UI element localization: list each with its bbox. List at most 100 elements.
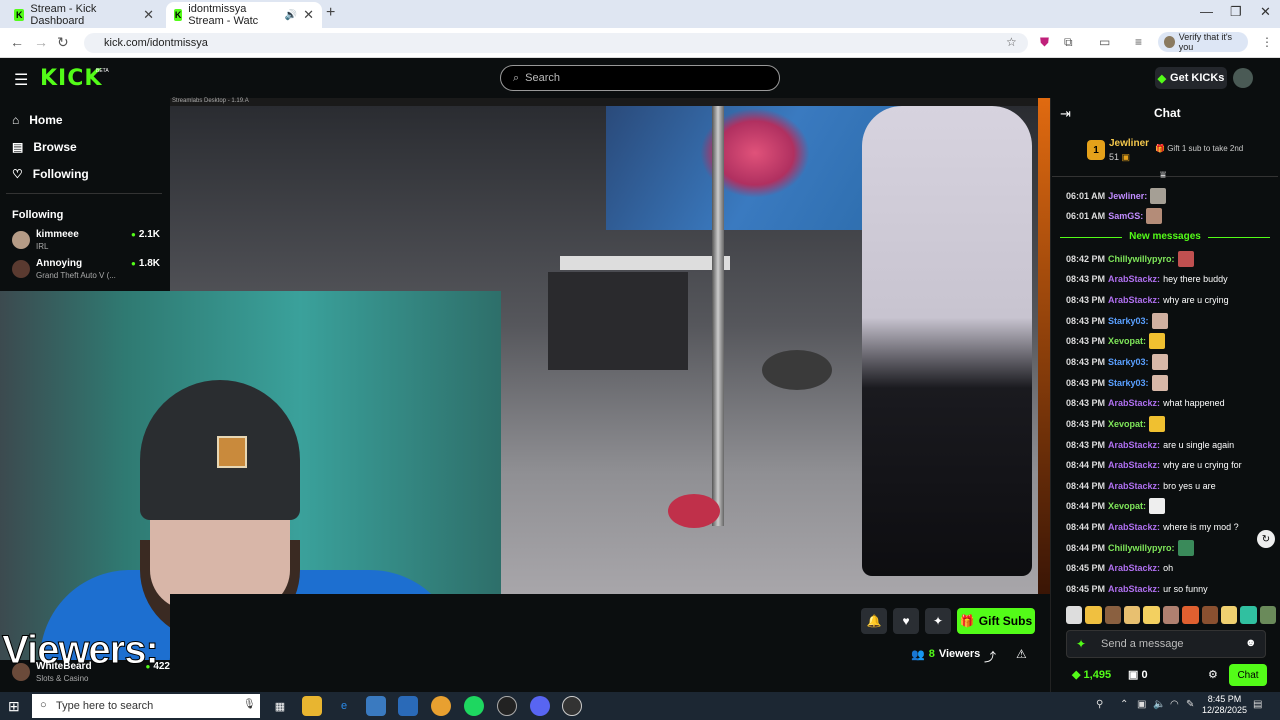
discord-icon[interactable] bbox=[530, 696, 550, 716]
emote-button[interactable] bbox=[1143, 606, 1160, 624]
search-input[interactable]: ⌕ Search bbox=[500, 65, 780, 91]
chat-username[interactable]: Xevopat: bbox=[1108, 419, 1146, 429]
get-kicks-button[interactable]: ◆ Get KICKs bbox=[1155, 67, 1227, 89]
chat-username[interactable]: Xevopat: bbox=[1108, 336, 1146, 346]
notification-icon[interactable]: ▤ bbox=[1253, 699, 1262, 710]
chat-username[interactable]: Starky03: bbox=[1108, 357, 1149, 367]
forward-icon[interactable]: → bbox=[34, 34, 48, 50]
chat-message[interactable]: 08:43 PM Starky03: bbox=[1066, 353, 1168, 371]
url-field[interactable]: kick.com/idontmissya bbox=[84, 33, 1028, 53]
chat-username[interactable]: Xevopat: bbox=[1108, 501, 1146, 511]
chat-message[interactable]: 08:44 PM Chillywillypyro: bbox=[1066, 539, 1194, 557]
browser-menu-icon[interactable]: ⋮ bbox=[1261, 35, 1273, 49]
chat-username[interactable]: Starky03: bbox=[1108, 378, 1149, 388]
chat-message[interactable]: 08:43 PM Starky03: bbox=[1066, 374, 1168, 392]
send-chat-button[interactable]: Chat bbox=[1229, 664, 1267, 686]
chat-message[interactable]: 08:44 PM ArabStackz: why are u crying for bbox=[1066, 456, 1242, 474]
microphone-icon[interactable]: 🎙 bbox=[243, 699, 256, 710]
emote-button[interactable] bbox=[1124, 606, 1141, 624]
chat-message[interactable]: 08:44 PM ArabStackz: where is my mod ? bbox=[1066, 518, 1239, 536]
windows-start-icon[interactable]: ⊞ bbox=[8, 698, 20, 715]
chat-message[interactable]: 08:43 PM ArabStackz: are u single again bbox=[1066, 436, 1234, 454]
close-icon[interactable]: ✕ bbox=[143, 7, 154, 23]
chat-message[interactable]: 08:43 PM Xevopat: bbox=[1066, 332, 1166, 350]
media-controls-icon[interactable]: ≡ bbox=[1135, 35, 1142, 49]
kick-logo[interactable]: KICK bbox=[40, 66, 102, 91]
volume-icon[interactable]: 🔈 bbox=[1153, 699, 1165, 710]
followed-channel-annoying[interactable]: Annoying Grand Theft Auto V (... 1.8K bbox=[10, 258, 160, 284]
extensions-icon[interactable]: ⧉ bbox=[1064, 35, 1073, 50]
chat-username[interactable]: ArabStackz: bbox=[1108, 481, 1160, 491]
sidebar-item-home[interactable]: ⌂ Home bbox=[12, 113, 63, 127]
close-icon[interactable]: ✕ bbox=[303, 7, 314, 23]
edge-icon[interactable]: e bbox=[334, 696, 354, 716]
chat-username[interactable]: ArabStackz: bbox=[1108, 440, 1160, 450]
chat-message[interactable]: 08:43 PM ArabStackz: hey there buddy bbox=[1066, 270, 1228, 288]
pinned-toggle-icon[interactable]: ⩸ bbox=[1160, 170, 1166, 181]
spotify-icon[interactable] bbox=[464, 696, 484, 716]
emoji-icon[interactable]: ☻ bbox=[1245, 637, 1257, 649]
gear-icon[interactable]: ⚙ bbox=[1208, 668, 1218, 681]
gift-cta[interactable]: 🎁 Gift 1 sub to take 2nd bbox=[1155, 144, 1243, 153]
emote-button[interactable] bbox=[1182, 606, 1199, 624]
sidebar-item-browse[interactable]: ▤ Browse bbox=[12, 140, 77, 154]
chat-username[interactable]: ArabStackz: bbox=[1108, 460, 1160, 470]
chat-username[interactable]: ArabStackz: bbox=[1108, 295, 1160, 305]
emote-button[interactable] bbox=[1220, 606, 1238, 624]
followed-channel-whitebeard[interactable]: WhiteBeard Slots & Casino 422 bbox=[10, 661, 170, 687]
chat-message[interactable]: 06:01 AM Jewliner: bbox=[1066, 187, 1167, 205]
pen-icon[interactable]: ✎ bbox=[1186, 699, 1194, 710]
follow-button[interactable]: ♥ bbox=[893, 608, 919, 634]
scroll-to-bottom-button[interactable]: ↻ bbox=[1257, 530, 1275, 548]
leaderboard-name[interactable]: Jewliner bbox=[1109, 138, 1149, 149]
store-count[interactable]: ▣ 0 bbox=[1128, 668, 1148, 681]
chat-username[interactable]: ArabStackz: bbox=[1108, 584, 1160, 594]
chat-message[interactable]: 08:45 PM ArabStackz: oh bbox=[1066, 559, 1173, 577]
emote-button[interactable] bbox=[1066, 606, 1083, 624]
task-view-icon[interactable]: ▦ bbox=[270, 696, 290, 716]
chat-username[interactable]: Starky03: bbox=[1108, 316, 1149, 326]
chat-username[interactable]: ArabStackz: bbox=[1108, 398, 1160, 408]
extension-shield-icon[interactable]: ⛊ bbox=[1040, 35, 1049, 50]
emote-button[interactable] bbox=[1201, 606, 1218, 624]
user-avatar[interactable] bbox=[1233, 68, 1253, 88]
reload-icon[interactable]: ↻ bbox=[57, 34, 69, 51]
notification-bell-button[interactable]: 🔔 bbox=[861, 608, 887, 634]
chat-username[interactable]: ArabStackz: bbox=[1108, 274, 1160, 284]
tab-kick-dashboard[interactable]: K Stream - Kick Dashboard ✕ bbox=[6, 2, 162, 28]
emote-button[interactable] bbox=[1104, 606, 1122, 624]
report-icon[interactable]: ⚠ bbox=[1016, 647, 1027, 661]
verify-profile-button[interactable]: Verify that it's you bbox=[1158, 32, 1248, 52]
taskbar-search-input[interactable]: Type here to search bbox=[32, 694, 260, 718]
new-tab-button[interactable]: + bbox=[326, 4, 335, 22]
chat-message[interactable]: 08:44 PM ArabStackz: bro yes u are bbox=[1066, 477, 1216, 495]
chrome-icon[interactable] bbox=[431, 696, 451, 716]
gift-subs-button[interactable]: 🎁 Gift Subs bbox=[957, 608, 1035, 634]
close-window-icon[interactable]: ✕ bbox=[1260, 4, 1271, 20]
file-explorer-icon[interactable] bbox=[302, 696, 322, 716]
chat-username[interactable]: Chillywillypyro: bbox=[1108, 254, 1175, 264]
chat-username[interactable]: ArabStackz: bbox=[1108, 522, 1160, 532]
chat-message[interactable]: 08:42 PM Chillywillypyro: bbox=[1066, 250, 1194, 268]
streamlabs-icon[interactable] bbox=[562, 696, 582, 716]
cast-icon[interactable]: ▭ bbox=[1099, 35, 1110, 49]
chat-message[interactable]: 08:43 PM Starky03: bbox=[1066, 312, 1168, 330]
bookmark-star-icon[interactable]: ☆ bbox=[1006, 35, 1017, 49]
share-icon[interactable]: ⤴ bbox=[984, 648, 996, 665]
chat-username[interactable]: ArabStackz: bbox=[1108, 563, 1160, 573]
kicks-balance[interactable]: ◆ 1,495 bbox=[1072, 668, 1111, 681]
chat-message[interactable]: 08:45 PM ArabStackz: ur so funny bbox=[1066, 580, 1208, 598]
store-icon[interactable] bbox=[366, 696, 386, 716]
sparkle-icon[interactable]: ✦ bbox=[1076, 637, 1086, 651]
chat-message[interactable]: 08:43 PM ArabStackz: why are u crying bbox=[1066, 291, 1229, 309]
sidebar-item-following[interactable]: ♡ Following bbox=[12, 167, 89, 181]
mail-icon[interactable] bbox=[398, 696, 418, 716]
chat-message-input[interactable]: Send a message bbox=[1066, 630, 1266, 658]
sparkle-button[interactable]: ✦ bbox=[925, 608, 951, 634]
display-icon[interactable]: ▣ bbox=[1137, 699, 1146, 710]
followed-channel-kimmeee[interactable]: kimmeee IRL 2.1K bbox=[10, 229, 160, 255]
minimize-icon[interactable]: — bbox=[1200, 4, 1213, 19]
restore-icon[interactable]: ❐ bbox=[1230, 4, 1242, 20]
tab-idontmissya-stream[interactable]: K idontmissya Stream - Watc 🔊 ✕ bbox=[166, 2, 322, 28]
obs-icon[interactable] bbox=[497, 696, 517, 716]
